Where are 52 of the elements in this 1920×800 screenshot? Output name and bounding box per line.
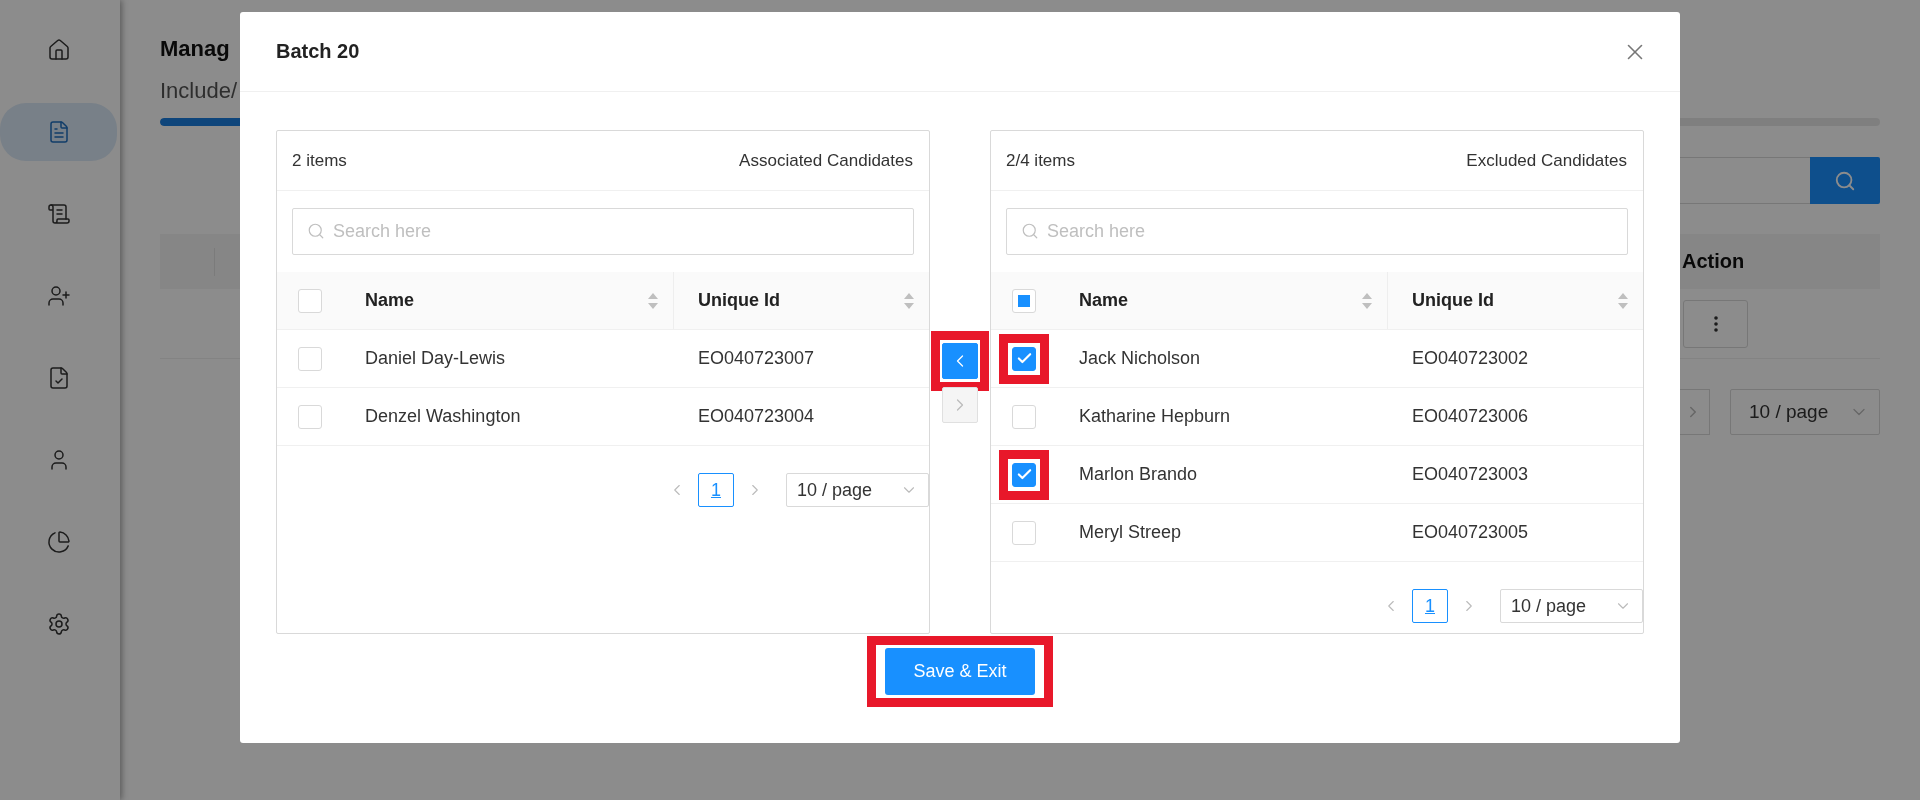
search-button[interactable] bbox=[1810, 157, 1880, 204]
column-header: Name bbox=[1079, 290, 1129, 311]
column-header: Action bbox=[1682, 250, 1746, 273]
settings-icon bbox=[46, 612, 71, 636]
user-add-icon bbox=[46, 284, 71, 308]
indeterminate-mark bbox=[1018, 294, 1030, 307]
column-header: Unique Id bbox=[698, 290, 780, 311]
table-cell-text: Jack Nicholson bbox=[1078, 348, 1202, 369]
panel-title: Excluded Candidates bbox=[1466, 150, 1627, 171]
sort-icon[interactable] bbox=[1361, 291, 1373, 310]
sort-icon[interactable] bbox=[647, 291, 659, 310]
page-title: Manag bbox=[160, 36, 230, 63]
page-button[interactable]: 1 bbox=[1412, 589, 1448, 623]
panel-title: Associated Candidates bbox=[739, 150, 913, 171]
more-icon bbox=[1713, 315, 1718, 332]
home-icon bbox=[46, 38, 71, 62]
modal-title: Batch 20 bbox=[276, 40, 360, 63]
table-cell-text: EO040723002 bbox=[1411, 348, 1530, 369]
move-left-button[interactable] bbox=[942, 343, 978, 379]
table-cell-text: EO040723006 bbox=[1411, 406, 1530, 427]
pie-chart-icon bbox=[46, 530, 71, 554]
checkbox[interactable] bbox=[1012, 462, 1036, 487]
table-cell-text: Katharine Hepburn bbox=[1078, 406, 1232, 427]
page-size-select[interactable]: 10 / page bbox=[1730, 389, 1880, 435]
page-size-select[interactable]: 10 / page bbox=[1500, 589, 1643, 623]
search-field[interactable]: Search here bbox=[292, 208, 914, 255]
column-header: Name bbox=[365, 290, 415, 311]
table-cell-text: EO040723007 bbox=[697, 348, 816, 369]
page-size-select[interactable]: 10 / page bbox=[786, 473, 929, 507]
sort-icon[interactable] bbox=[903, 291, 915, 310]
checkbox[interactable] bbox=[1012, 346, 1036, 371]
search-icon bbox=[1834, 169, 1856, 192]
table-cell-text: EO040723003 bbox=[1411, 464, 1530, 485]
sort-icon[interactable] bbox=[1617, 291, 1629, 310]
item-count: 2/4 items bbox=[1006, 150, 1075, 171]
table-cell-text: Denzel Washington bbox=[364, 406, 522, 427]
table-cell-text: Marlon Brando bbox=[1078, 464, 1199, 485]
table-cell-text: Daniel Day-Lewis bbox=[364, 348, 507, 369]
column-header: Unique Id bbox=[1412, 290, 1494, 311]
search-icon bbox=[307, 222, 325, 240]
document-list-icon bbox=[46, 202, 71, 226]
table-cell-text: EO040723004 bbox=[697, 406, 816, 427]
page-subtitle: Include/ bbox=[160, 78, 238, 104]
sidebar-item[interactable] bbox=[0, 103, 117, 161]
table-cell-text: Meryl Streep bbox=[1078, 522, 1183, 543]
table-cell-text: EO040723005 bbox=[1411, 522, 1530, 543]
more-button[interactable] bbox=[1683, 299, 1748, 348]
page-button[interactable]: 1 bbox=[698, 473, 734, 507]
search-icon bbox=[1021, 222, 1039, 240]
item-count: 2 items bbox=[292, 150, 347, 171]
save-button[interactable]: Save & Exit bbox=[885, 648, 1035, 695]
search-field[interactable]: Search here bbox=[1006, 208, 1628, 255]
